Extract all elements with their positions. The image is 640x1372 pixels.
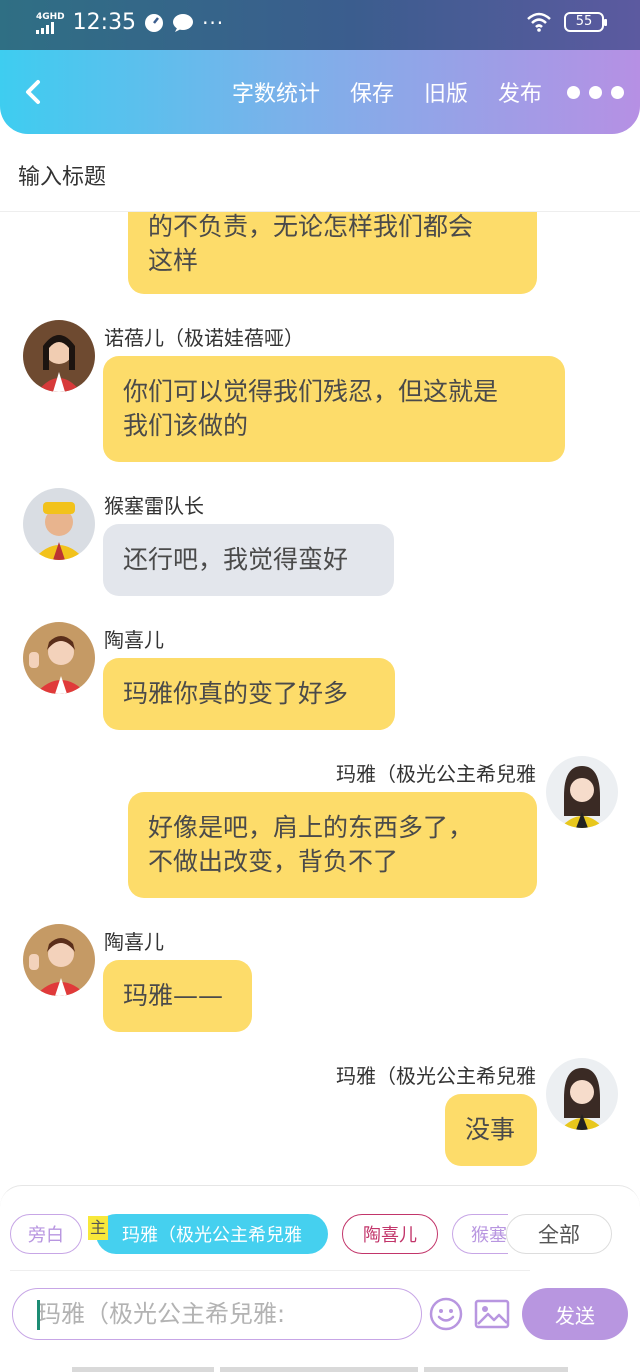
composer-panel: 旁白 玛雅（极光公主希兒雅 主 陶喜儿 猴塞 全部 玛雅（极光公主希兒雅: 发送	[0, 1185, 640, 1372]
nav-bar-segment	[220, 1367, 418, 1372]
save-button[interactable]: 保存	[350, 76, 394, 108]
old-version-button[interactable]: 旧版	[424, 76, 468, 108]
nav-bar-segment	[424, 1367, 568, 1372]
sender-name: 玛雅（极光公主希兒雅	[336, 762, 536, 786]
message-bubble[interactable]: 玛雅你真的变了好多	[103, 658, 395, 730]
message-text: 还行吧，我觉得蛮好	[123, 545, 349, 574]
title-input[interactable]: 输入标题	[18, 159, 106, 191]
battery-level: 55	[575, 14, 593, 29]
editor-header: 字数统计 保存 旧版 发布	[0, 50, 640, 134]
nav-bar-segment	[72, 1367, 214, 1372]
message-text: 玛雅你真的变了好多	[123, 679, 349, 708]
all-roles-label: 全部	[538, 1223, 580, 1247]
role-chip-captain[interactable]: 猴塞	[452, 1214, 508, 1254]
sender-name: 猴塞雷队长	[104, 494, 204, 518]
send-button[interactable]: 发送	[522, 1288, 628, 1340]
avatar[interactable]	[23, 320, 95, 392]
text-cursor	[37, 1300, 40, 1330]
message-icon	[173, 13, 194, 32]
send-label: 发送	[555, 1303, 595, 1328]
message-input[interactable]: 玛雅（极光公主希兒雅:	[12, 1288, 422, 1340]
role-chip-maya[interactable]: 玛雅（极光公主希兒雅	[96, 1214, 328, 1254]
more-notifications-icon: ···	[202, 10, 225, 35]
message-text: 这样	[148, 246, 199, 275]
avatar[interactable]	[23, 488, 95, 560]
message-text: 我们该做的	[123, 411, 249, 440]
battery-icon: 55	[564, 12, 607, 32]
compass-icon	[145, 13, 164, 32]
role-label: 猴塞	[471, 1225, 507, 1246]
message-bubble[interactable]: 没事	[445, 1094, 537, 1166]
message-text: 不做出改变，背负不了	[148, 847, 399, 876]
main-role-tag: 主	[88, 1216, 108, 1240]
sender-name: 陶喜儿	[104, 628, 164, 652]
message-bubble[interactable]: 好像是吧，肩上的东西多了， 不做出改变，背负不了	[128, 792, 537, 898]
message-text: 玛雅——	[123, 981, 224, 1010]
back-icon[interactable]	[18, 74, 50, 110]
message-bubble[interactable]: 你们可以觉得我们残忍，但这就是 我们该做的	[103, 356, 565, 462]
publish-button[interactable]: 发布	[498, 76, 542, 108]
status-bar: 4GHD 12:35 ··· 55	[0, 0, 640, 50]
avatar[interactable]	[23, 622, 95, 694]
message-list[interactable]: 的不负责，无论怎样我们都会 这样 诺蓓儿（极诺娃蓓哑） 你们可以觉得我们残忍，但这…	[0, 212, 640, 1187]
role-chip-taoxier[interactable]: 陶喜儿	[342, 1214, 438, 1254]
sender-name: 诺蓓儿（极诺娃蓓哑）	[104, 326, 304, 350]
message-bubble[interactable]: 玛雅——	[103, 960, 252, 1032]
more-options-icon[interactable]	[567, 86, 624, 99]
message-bubble[interactable]: 还行吧，我觉得蛮好	[103, 524, 394, 596]
role-chip-narrator[interactable]: 旁白	[10, 1214, 82, 1254]
message-text: 你们可以觉得我们残忍，但这就是	[123, 377, 499, 406]
header-menu: 字数统计 保存 旧版 发布	[232, 50, 542, 134]
role-label: 玛雅（极光公主希兒雅	[122, 1225, 302, 1246]
avatar[interactable]	[546, 756, 618, 828]
role-label: 陶喜儿	[363, 1225, 417, 1246]
message-text: 没事	[465, 1115, 516, 1144]
cellular-signal-icon: 4GHD	[36, 12, 65, 34]
image-icon[interactable]	[474, 1296, 510, 1332]
message-text: 的不负责，无论怎样我们都会	[148, 212, 474, 241]
word-count-button[interactable]: 字数统计	[232, 76, 320, 108]
wifi-icon	[527, 12, 551, 32]
message-input-placeholder: 玛雅（极光公主希兒雅:	[37, 1300, 286, 1328]
divider	[10, 1270, 530, 1271]
avatar[interactable]	[546, 1058, 618, 1130]
avatar[interactable]	[23, 924, 95, 996]
sender-name: 玛雅（极光公主希兒雅	[336, 1064, 536, 1088]
title-field[interactable]: 输入标题	[0, 134, 640, 212]
role-label: 旁白	[28, 1225, 64, 1246]
network-type: 4GHD	[36, 11, 65, 22]
message-text: 好像是吧，肩上的东西多了，	[148, 813, 474, 842]
all-roles-button[interactable]: 全部	[506, 1214, 612, 1254]
status-time: 12:35	[72, 10, 137, 35]
emoji-icon[interactable]	[428, 1296, 464, 1332]
sender-name: 陶喜儿	[104, 930, 164, 954]
message-bubble[interactable]: 的不负责，无论怎样我们都会 这样	[128, 212, 537, 294]
